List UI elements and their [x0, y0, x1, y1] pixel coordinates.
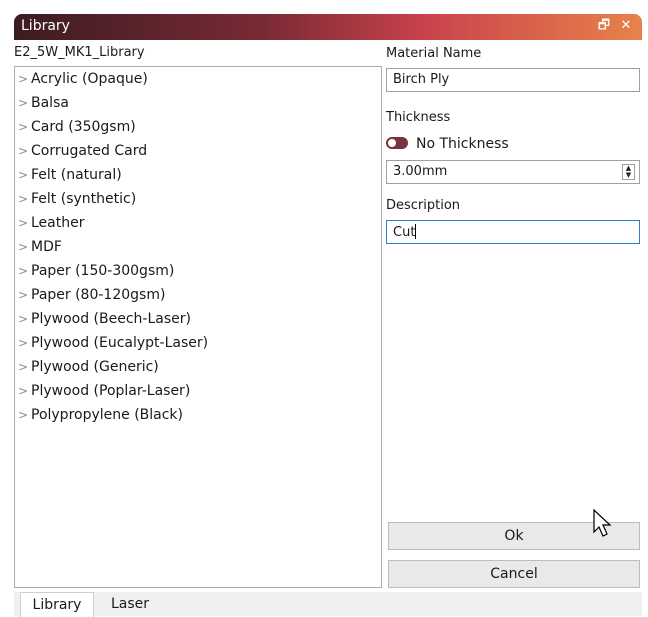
tree-item-label: Plywood (Poplar-Laser)	[31, 383, 191, 399]
description-input[interactable]: Cut	[386, 220, 640, 244]
tree-item[interactable]: > Paper (80-120gsm)	[18, 283, 165, 307]
tree-item-label: Card (350gsm)	[31, 119, 136, 135]
material-name-input[interactable]: Birch Ply	[386, 68, 640, 92]
cancel-button[interactable]: Cancel	[388, 560, 640, 588]
chevron-right-icon[interactable]: >	[18, 403, 31, 427]
thickness-spinbox[interactable]: 3.00mm ▲ ▼	[386, 160, 640, 184]
chevron-right-icon[interactable]: >	[18, 67, 31, 91]
close-icon[interactable]: ✕	[618, 17, 634, 35]
chevron-right-icon[interactable]: >	[18, 259, 31, 283]
tree-item[interactable]: > Plywood (Poplar-Laser)	[18, 379, 190, 403]
mouse-pointer-icon	[593, 508, 612, 537]
tree-item-label: Felt (natural)	[31, 167, 122, 183]
tree-item[interactable]: > Felt (synthetic)	[18, 187, 136, 211]
tab-library[interactable]: Library	[20, 592, 94, 617]
description-value: Cut	[393, 225, 416, 240]
tree-item-label: Felt (synthetic)	[31, 191, 137, 207]
chevron-right-icon[interactable]: >	[18, 355, 31, 379]
chevron-right-icon[interactable]: >	[18, 91, 31, 115]
chevron-right-icon[interactable]: >	[18, 187, 31, 211]
window-title: Library	[21, 18, 70, 34]
chevron-right-icon[interactable]: >	[18, 139, 31, 163]
chevron-right-icon[interactable]: >	[18, 307, 31, 331]
chevron-right-icon[interactable]: >	[18, 331, 31, 355]
tree-item[interactable]: > Leather	[18, 211, 84, 235]
description-label: Description	[386, 198, 461, 213]
tree-item-label: Plywood (Eucalypt-Laser)	[31, 335, 209, 351]
tree-item[interactable]: > Card (350gsm)	[18, 115, 136, 139]
no-thickness-label: No Thickness	[416, 136, 509, 152]
chevron-right-icon[interactable]: >	[18, 115, 31, 139]
thickness-label: Thickness	[386, 110, 451, 125]
tree-item-label: Paper (150-300gsm)	[31, 263, 175, 279]
library-name: E2_5W_MK1_Library	[14, 45, 145, 60]
tree-item[interactable]: > Acrylic (Opaque)	[18, 67, 148, 91]
spin-arrows-icon[interactable]: ▲ ▼	[622, 164, 635, 180]
chevron-right-icon[interactable]: >	[18, 163, 31, 187]
tree-item-label: Leather	[31, 215, 85, 231]
chevron-right-icon[interactable]: >	[18, 379, 31, 403]
tree-item-label: Corrugated Card	[31, 143, 148, 159]
tree-item[interactable]: > Corrugated Card	[18, 139, 147, 163]
chevron-right-icon[interactable]: >	[18, 283, 31, 307]
tree-item[interactable]: > Polypropylene (Black)	[18, 403, 183, 427]
tab-laser[interactable]: Laser	[100, 592, 160, 616]
tree-item[interactable]: > Felt (natural)	[18, 163, 122, 187]
tree-item-label: MDF	[31, 239, 62, 255]
chevron-right-icon[interactable]: >	[18, 235, 31, 259]
material-name-label: Material Name	[386, 46, 482, 61]
title-bar[interactable]: Library 🗗 ✕	[14, 14, 642, 40]
tree-item-label: Plywood (Generic)	[31, 359, 159, 375]
text-caret	[415, 224, 417, 239]
tree-item-label: Plywood (Beech-Laser)	[31, 311, 191, 327]
tree-item-label: Polypropylene (Black)	[31, 407, 183, 423]
chevron-right-icon[interactable]: >	[18, 211, 31, 235]
thickness-value: 3.00mm	[393, 164, 448, 179]
tree-item-label: Acrylic (Opaque)	[31, 71, 148, 87]
float-window-icon[interactable]: 🗗	[596, 17, 612, 35]
tree-item[interactable]: > MDF	[18, 235, 62, 259]
tree-item[interactable]: > Balsa	[18, 91, 69, 115]
tree-item[interactable]: > Plywood (Generic)	[18, 355, 159, 379]
tree-item-label: Paper (80-120gsm)	[31, 287, 166, 303]
toggle-switch-icon[interactable]	[386, 137, 408, 149]
tree-item[interactable]: > Paper (150-300gsm)	[18, 259, 174, 283]
no-thickness-toggle[interactable]: No Thickness	[386, 136, 509, 152]
tree-item[interactable]: > Plywood (Eucalypt-Laser)	[18, 331, 208, 355]
tree-item-label: Balsa	[31, 95, 69, 111]
tree-item[interactable]: > Plywood (Beech-Laser)	[18, 307, 191, 331]
